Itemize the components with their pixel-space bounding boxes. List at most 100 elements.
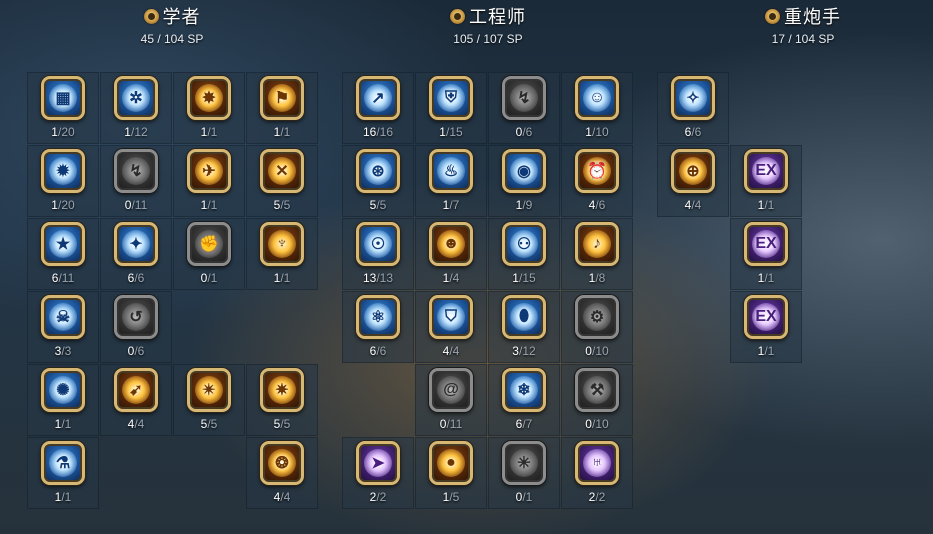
skill-slot[interactable]: ✕ 5/5: [246, 145, 318, 217]
skill-slot[interactable]: ↗ 16/16: [342, 72, 414, 144]
skill-icon[interactable]: ✈: [187, 149, 231, 193]
skill-icon[interactable]: ⚒: [575, 368, 619, 412]
skill-icon[interactable]: ⚗: [41, 441, 85, 485]
skill-icon[interactable]: ✺: [41, 368, 85, 412]
skill-slot[interactable]: ↯ 0/11: [100, 145, 172, 217]
skill-icon[interactable]: EX: [744, 295, 788, 339]
skill-icon[interactable]: @: [429, 368, 473, 412]
skill-icon[interactable]: ↯: [502, 76, 546, 120]
skill-icon[interactable]: ⚙: [575, 295, 619, 339]
skill-slot[interactable]: ☠ 3/3: [27, 291, 99, 363]
skill-icon[interactable]: ↯: [114, 149, 158, 193]
skill-slot[interactable]: ✺ 1/1: [27, 364, 99, 436]
monster-icon: ♅: [583, 449, 611, 477]
skill-slot[interactable]: ✈ 1/1: [173, 145, 245, 217]
skill-slot[interactable]: ⛨ 1/15: [415, 72, 487, 144]
skill-slot[interactable]: ⚙ 0/10: [561, 291, 633, 363]
skill-slot[interactable]: ✧ 6/6: [657, 72, 729, 144]
fan-blade-icon: ✧: [679, 84, 707, 112]
skill-icon[interactable]: ⛨: [429, 76, 473, 120]
skill-slot[interactable]: ♅ 2/2: [561, 437, 633, 509]
skill-slot[interactable]: EX 1/1: [730, 218, 802, 290]
skill-icon[interactable]: EX: [744, 222, 788, 266]
skill-slot[interactable]: ● 1/5: [415, 437, 487, 509]
skill-slot[interactable]: ✴ 5/5: [173, 364, 245, 436]
skill-slot[interactable]: ▦ 1/20: [27, 72, 99, 144]
skill-slot[interactable]: ➹ 4/4: [100, 364, 172, 436]
skill-slot[interactable]: ⬮ 3/12: [488, 291, 560, 363]
skill-slot[interactable]: ⛉ 4/4: [415, 291, 487, 363]
skill-slot[interactable]: ◉ 1/9: [488, 145, 560, 217]
skill-icon[interactable]: ♪: [575, 222, 619, 266]
skill-icon[interactable]: ❂: [260, 441, 304, 485]
skill-icon[interactable]: ⚛: [356, 295, 400, 339]
skill-icon[interactable]: ▦: [41, 76, 85, 120]
skill-icon[interactable]: ↺: [114, 295, 158, 339]
skill-icon[interactable]: ⊛: [356, 149, 400, 193]
skill-icon[interactable]: ⛉: [429, 295, 473, 339]
skill-slot[interactable]: ⏰ 4/6: [561, 145, 633, 217]
skill-slot[interactable]: ✷ 5/5: [246, 364, 318, 436]
skill-icon[interactable]: ➹: [114, 368, 158, 412]
skill-icon[interactable]: ♆: [260, 222, 304, 266]
skill-slot[interactable]: ♨ 1/7: [415, 145, 487, 217]
skill-slot[interactable]: ↺ 0/6: [100, 291, 172, 363]
skill-icon[interactable]: ✧: [671, 76, 715, 120]
skill-slot[interactable]: ❄ 6/7: [488, 364, 560, 436]
skill-icon[interactable]: ☉: [356, 222, 400, 266]
skill-icon[interactable]: ⚇: [502, 222, 546, 266]
skill-icon[interactable]: ★: [41, 222, 85, 266]
skill-icon[interactable]: ☻: [429, 222, 473, 266]
skill-slot[interactable]: ⚑ 1/1: [246, 72, 318, 144]
skill-icon[interactable]: ✳: [502, 441, 546, 485]
skill-slot[interactable]: EX 1/1: [730, 145, 802, 217]
skill-icon[interactable]: ☺: [575, 76, 619, 120]
skill-slot[interactable]: ✳ 0/1: [488, 437, 560, 509]
skill-icon[interactable]: ♨: [429, 149, 473, 193]
skill-slot[interactable]: ⊛ 5/5: [342, 145, 414, 217]
skill-slot[interactable]: ➤ 2/2: [342, 437, 414, 509]
skill-icon[interactable]: ✷: [260, 368, 304, 412]
skill-slot[interactable]: ⚒ 0/10: [561, 364, 633, 436]
skill-slot[interactable]: ↯ 0/6: [488, 72, 560, 144]
skill-slot[interactable]: @0/11: [415, 364, 487, 436]
skill-slot[interactable]: ☻ 1/4: [415, 218, 487, 290]
skill-slot[interactable]: ☺ 1/10: [561, 72, 633, 144]
skill-slot[interactable]: ✲ 1/12: [100, 72, 172, 144]
skill-slot[interactable]: ⊕ 4/4: [657, 145, 729, 217]
skill-slot[interactable]: ❂ 4/4: [246, 437, 318, 509]
skill-icon[interactable]: ♅: [575, 441, 619, 485]
skill-slot[interactable]: ✹ 1/20: [27, 145, 99, 217]
skill-icon[interactable]: ⬮: [502, 295, 546, 339]
skill-slot[interactable]: ⚛ 6/6: [342, 291, 414, 363]
skill-icon[interactable]: ◉: [502, 149, 546, 193]
skill-slot[interactable]: ♆ 1/1: [246, 218, 318, 290]
skill-slot[interactable]: ✊ 0/1: [173, 218, 245, 290]
skill-icon[interactable]: ⏰: [575, 149, 619, 193]
skill-icon[interactable]: ↗: [356, 76, 400, 120]
skill-icon[interactable]: EX: [744, 149, 788, 193]
skill-icon[interactable]: ●: [429, 441, 473, 485]
skill-slot[interactable]: ✸ 1/1: [173, 72, 245, 144]
skill-icon[interactable]: ✦: [114, 222, 158, 266]
skill-icon[interactable]: ⚑: [260, 76, 304, 120]
skill-slot[interactable]: ★ 6/11: [27, 218, 99, 290]
skill-icon[interactable]: ✸: [187, 76, 231, 120]
skill-slot[interactable]: EX 1/1: [730, 291, 802, 363]
skill-slot[interactable]: ☉ 13/13: [342, 218, 414, 290]
skill-icon[interactable]: ✹: [41, 149, 85, 193]
block-icon: ▦: [49, 84, 77, 112]
skill-slot[interactable]: ⚇ 1/15: [488, 218, 560, 290]
skill-icon[interactable]: ➤: [356, 441, 400, 485]
skill-icon[interactable]: ✕: [260, 149, 304, 193]
skill-slot[interactable]: ✦ 6/6: [100, 218, 172, 290]
skill-icon[interactable]: ☠: [41, 295, 85, 339]
skill-slot[interactable]: ⚗ 1/1: [27, 437, 99, 509]
skill-icon[interactable]: ✲: [114, 76, 158, 120]
skill-icon[interactable]: ⊕: [671, 149, 715, 193]
skill-level: 1/12: [101, 125, 171, 139]
skill-icon[interactable]: ✊: [187, 222, 231, 266]
skill-icon[interactable]: ❄: [502, 368, 546, 412]
skill-slot[interactable]: ♪ 1/8: [561, 218, 633, 290]
skill-icon[interactable]: ✴: [187, 368, 231, 412]
